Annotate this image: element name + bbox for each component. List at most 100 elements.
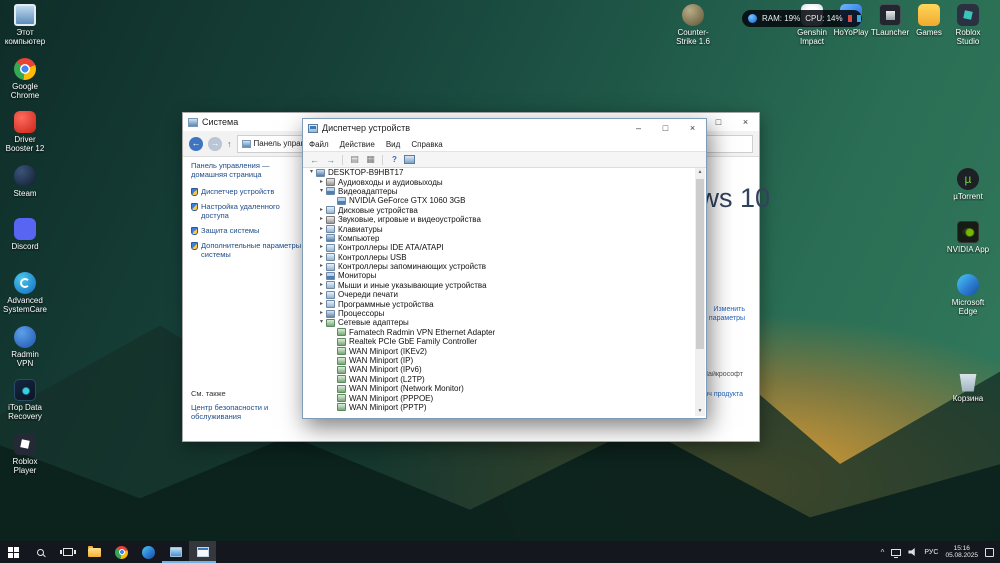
tree-item[interactable]: WAN Miniport (L2TP): [305, 375, 694, 384]
tree-item[interactable]: NVIDIA GeForce GTX 1060 3GB: [305, 196, 694, 205]
tree-item[interactable]: ▸ Клавиатуры: [305, 224, 694, 234]
menu-item[interactable]: Справка: [411, 140, 442, 149]
expand-icon[interactable]: ▸: [317, 262, 326, 271]
menu-item[interactable]: Вид: [386, 140, 400, 149]
action-center-icon[interactable]: [985, 547, 994, 557]
expand-icon[interactable]: ▸: [317, 178, 326, 187]
properties-icon[interactable]: ▦: [364, 154, 377, 165]
sidebar-task-link[interactable]: Настройка удаленного доступа: [191, 202, 303, 220]
tree-item[interactable]: WAN Miniport (PPPOE): [305, 393, 694, 403]
collapse-icon[interactable]: ▾: [307, 168, 316, 177]
desktop-icon-roblox[interactable]: Roblox Player: [2, 432, 48, 475]
desktop-icon-discord[interactable]: Discord: [2, 218, 48, 251]
expand-icon[interactable]: ▸: [317, 290, 326, 299]
tree-item[interactable]: ▸ Аудиовходы и аудиовыходы: [305, 177, 694, 187]
language-indicator[interactable]: РУС: [924, 549, 938, 556]
scroll-up-arrow[interactable]: ▲: [695, 168, 705, 177]
help-icon[interactable]: ?: [388, 155, 401, 164]
system-taskbar-button[interactable]: [162, 541, 189, 563]
forward-icon[interactable]: →: [324, 155, 337, 165]
task-view-button[interactable]: [54, 541, 81, 563]
desktop-icon-systemcare[interactable]: Advanced SystemCare: [2, 272, 48, 314]
start-button[interactable]: [0, 541, 27, 563]
expand-icon[interactable]: ▸: [317, 225, 326, 234]
taskbar-search-button[interactable]: [27, 541, 54, 563]
sidebar-home-link[interactable]: Панель управления — домашняя страница: [191, 161, 303, 179]
network-icon[interactable]: [891, 548, 902, 558]
see-also-link[interactable]: Центр безопасности и обслуживания: [191, 403, 303, 421]
desktop-icon-cs16[interactable]: Counter-Strike 1.6: [670, 4, 716, 46]
tree-item[interactable]: ▸ Очереди печати: [305, 290, 694, 299]
console-tree-icon[interactable]: ▤: [348, 154, 361, 165]
maximize-button[interactable]: □: [705, 113, 732, 131]
desktop-icon-chrome[interactable]: Google Chrome: [2, 57, 48, 100]
scroll-down-arrow[interactable]: ▼: [695, 407, 705, 416]
tree-item[interactable]: WAN Miniport (IP): [305, 356, 694, 365]
maximize-button[interactable]: □: [652, 119, 679, 137]
file-explorer-button[interactable]: [81, 541, 108, 563]
expand-icon[interactable]: ▸: [317, 253, 326, 262]
desktop-icon-radmin[interactable]: Radmin VPN: [2, 325, 48, 368]
volume-icon[interactable]: [908, 547, 915, 557]
desktop-icon-steam[interactable]: Steam: [2, 164, 48, 198]
chrome-taskbar-button[interactable]: [108, 541, 135, 563]
tree-item[interactable]: ▸ Контроллеры USB: [305, 253, 694, 262]
tree-item[interactable]: ▾ DESKTOP-B9HBT17: [305, 168, 694, 177]
tree-item[interactable]: WAN Miniport (IPv6): [305, 365, 694, 374]
back-icon[interactable]: ←: [189, 136, 203, 151]
up-icon[interactable]: ↑: [227, 139, 232, 149]
sidebar-task-link[interactable]: Диспетчер устройств: [191, 187, 303, 196]
scan-hardware-icon[interactable]: [404, 155, 415, 164]
expand-icon[interactable]: ▸: [317, 300, 326, 309]
tree-item[interactable]: ▾ Сетевые адаптеры: [305, 318, 694, 327]
menu-item[interactable]: Файл: [309, 140, 329, 149]
desktop-icon-recycle-bin[interactable]: Корзина: [945, 370, 991, 403]
forward-icon[interactable]: →: [208, 136, 222, 151]
hidden-icons-chevron[interactable]: ^: [881, 548, 885, 557]
expand-icon[interactable]: ▸: [317, 206, 326, 215]
scrollbar-thumb[interactable]: [696, 179, 704, 349]
desktop-icon-edge[interactable]: Microsoft Edge: [945, 274, 991, 316]
tree-item[interactable]: WAN Miniport (PPTP): [305, 403, 694, 412]
desktop-icon-nvidia[interactable]: NVIDIA App: [945, 221, 991, 254]
expand-icon[interactable]: ▸: [317, 309, 326, 318]
collapse-icon[interactable]: ▾: [317, 318, 326, 327]
expand-icon[interactable]: ▸: [317, 271, 326, 280]
close-button[interactable]: ×: [732, 113, 759, 131]
taskbar-clock[interactable]: 15:16 05.08.2025: [945, 545, 978, 560]
device-manager-taskbar-button[interactable]: [189, 541, 216, 563]
desktop-icon-roblox-studio[interactable]: Roblox Studio: [945, 4, 991, 46]
back-icon[interactable]: ←: [308, 155, 321, 165]
collapse-icon[interactable]: ▾: [317, 187, 326, 196]
tree-item[interactable]: WAN Miniport (Network Monitor): [305, 384, 694, 393]
desktop-icon-driver-booster[interactable]: Driver Booster 12: [2, 111, 48, 153]
tree-item[interactable]: ▸ Мониторы: [305, 271, 694, 280]
tree-item[interactable]: ▸ Мыши и иные указывающие устройства: [305, 281, 694, 290]
tree-item[interactable]: ▸ Процессоры: [305, 309, 694, 318]
tree-item[interactable]: ▸ Программные устройства: [305, 299, 694, 309]
expand-icon[interactable]: ▸: [317, 215, 326, 224]
tree-item[interactable]: ▸ Компьютер: [305, 234, 694, 243]
tree-item[interactable]: ▸ Звуковые, игровые и видеоустройства: [305, 215, 694, 224]
desktop-icon-utorrent[interactable]: µTorrent: [945, 168, 991, 201]
tree-item[interactable]: Realtek PCIe GbE Family Controller: [305, 337, 694, 346]
expand-icon[interactable]: ▸: [317, 281, 326, 290]
expand-icon[interactable]: ▸: [317, 243, 326, 252]
tree-item[interactable]: ▸ Контроллеры IDE ATA/ATAPI: [305, 243, 694, 252]
menu-item[interactable]: Действие: [340, 140, 375, 149]
desktop-icon-computer[interactable]: Этот компьютер: [2, 4, 48, 46]
sidebar-task-link[interactable]: Защита системы: [191, 226, 303, 235]
tree-item[interactable]: Famatech Radmin VPN Ethernet Adapter: [305, 328, 694, 337]
tree-item[interactable]: WAN Miniport (IKEv2): [305, 346, 694, 356]
edge-taskbar-button[interactable]: [135, 541, 162, 563]
sidebar-task-link[interactable]: Дополнительные параметры системы: [191, 241, 303, 259]
expand-icon[interactable]: ▸: [317, 234, 326, 243]
tree-item[interactable]: ▸ Контроллеры запоминающих устройств: [305, 262, 694, 271]
tree-item[interactable]: ▾ Видеоадаптеры: [305, 187, 694, 196]
tree-item[interactable]: ▸ Дисковые устройства: [305, 206, 694, 215]
minimize-button[interactable]: –: [625, 119, 652, 137]
desktop-icon-itop[interactable]: iTop Data Recovery: [2, 379, 48, 421]
close-button[interactable]: ×: [679, 119, 706, 137]
vertical-scrollbar[interactable]: ▲ ▼: [695, 168, 705, 416]
device-manager-titlebar[interactable]: Диспетчер устройств – □ ×: [303, 119, 706, 137]
